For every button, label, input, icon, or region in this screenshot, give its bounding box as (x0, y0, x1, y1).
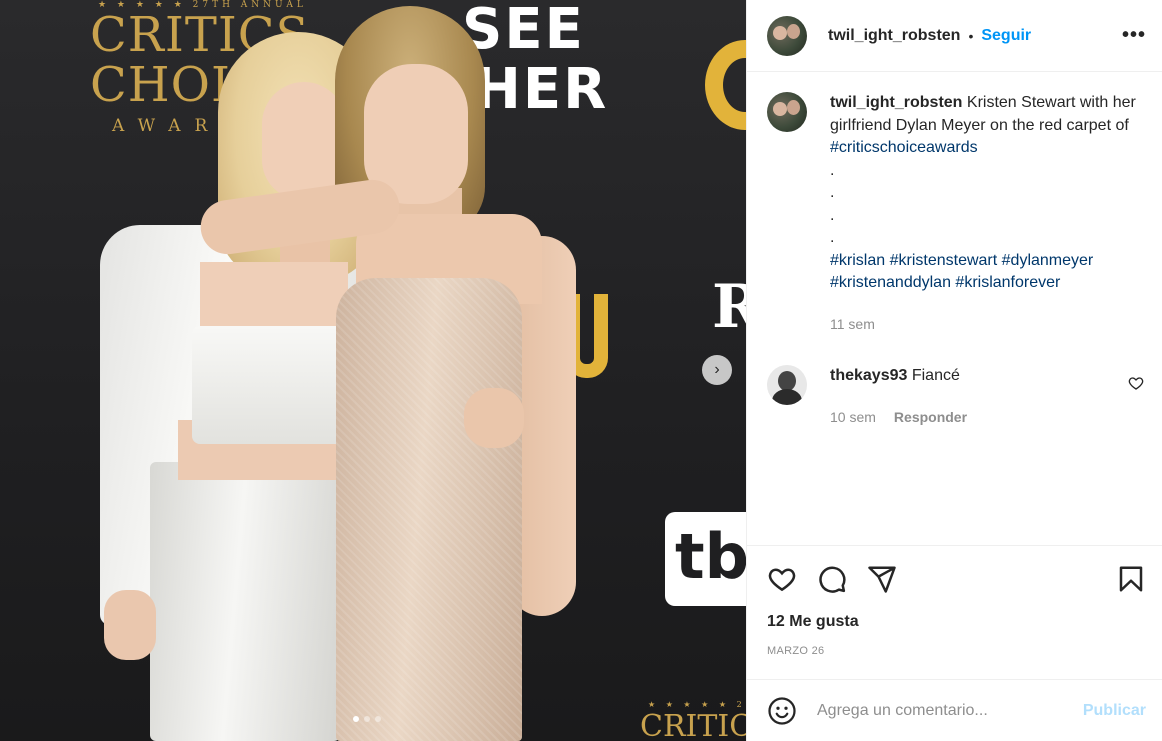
person-left-face (262, 82, 346, 200)
save-button[interactable] (1116, 564, 1146, 594)
avatar[interactable] (767, 365, 807, 405)
add-comment-bar: Publicar (747, 679, 1162, 741)
caption-meta: 11 sem (830, 313, 1140, 336)
hashtag-link[interactable]: #krislanforever (955, 274, 1060, 291)
person-left-pants (150, 462, 340, 741)
carousel-dot (375, 716, 381, 722)
carousel-dot (353, 716, 359, 722)
post-side-panel: twil_ight_robsten • Seguir ••• twil_ight… (746, 0, 1162, 741)
person-left-hand-on-waist (464, 388, 524, 448)
comment-icon[interactable] (817, 564, 847, 594)
post-photo[interactable]: ★ ★ ★ ★ ★ 27TH ANNUAL CRITICS CHOICE AWA… (0, 0, 746, 741)
avatar[interactable] (767, 92, 807, 132)
see-her-line-1: SEE (462, 0, 585, 62)
critics-choice-logo-bottom: ★ ★ ★ ★ ★ 2 CRITIC (640, 700, 746, 741)
post-header: twil_ight_robsten • Seguir ••• (747, 0, 1162, 72)
send-icon[interactable] (867, 564, 897, 594)
reply-button[interactable]: Responder (894, 409, 967, 425)
comment-username[interactable]: thekays93 (830, 367, 907, 384)
follow-button[interactable]: Seguir (981, 27, 1031, 45)
more-horizontal-icon[interactable]: ••• (1122, 24, 1146, 47)
post-viewer: ★ ★ ★ ★ ★ 27TH ANNUAL CRITICS CHOICE AWA… (0, 0, 1162, 741)
caption-username[interactable]: twil_ight_robsten (830, 94, 962, 111)
hashtag-link[interactable]: #dylanmeyer (1002, 252, 1094, 269)
carousel-dot (364, 716, 370, 722)
chevron-right-icon[interactable]: › (702, 355, 732, 385)
backdrop-white-logo: R (712, 272, 746, 342)
person-left-hand (104, 590, 156, 660)
cw-logo-shape (705, 40, 746, 130)
logo-bottom-line: CRITIC (640, 709, 746, 741)
share-button[interactable] (867, 564, 897, 594)
heart-icon[interactable] (1128, 375, 1144, 391)
caption-row: twil_ight_robsten Kristen Stewart with h… (767, 92, 1142, 335)
caption-dot-line: . (830, 161, 835, 179)
caption-body: twil_ight_robsten Kristen Stewart with h… (830, 92, 1140, 335)
person-left-top (192, 326, 348, 444)
caption-dot-line: . (830, 229, 835, 246)
hashtag-link[interactable]: #kristenanddylan (830, 274, 951, 291)
emoji-button[interactable] (767, 696, 797, 726)
caption-dot-line: . (830, 206, 835, 224)
carousel-dots (353, 716, 381, 722)
heart-icon[interactable] (767, 564, 797, 594)
comment-input[interactable] (817, 701, 1083, 720)
comment-text: Fiancé (911, 367, 960, 384)
caption-hashtag[interactable]: #criticschoiceawards (830, 139, 978, 156)
comment-body: thekays93 Fiancé 10 sem Responder (830, 365, 1140, 428)
publish-button[interactable]: Publicar (1083, 702, 1146, 720)
comment-row: thekays93 Fiancé 10 sem Responder (767, 365, 1144, 428)
see-her-line-2: HER (474, 57, 609, 122)
likes-count[interactable]: 12 Me gusta (747, 613, 1162, 637)
tbs-logo: tb (665, 512, 746, 606)
person-right-dress (336, 278, 522, 741)
action-bar (747, 545, 1162, 611)
emoji-icon[interactable] (767, 696, 797, 726)
hashtag-link[interactable]: #kristenstewart (890, 252, 998, 269)
header-username[interactable]: twil_ight_robsten (828, 27, 960, 45)
comment-time: 10 sem (830, 408, 876, 425)
comments-section: twil_ight_robsten Kristen Stewart with h… (747, 72, 1162, 545)
hashtag-link[interactable]: #krislan (830, 252, 885, 269)
header-separator: • (968, 27, 974, 44)
logo-bottom-stars: ★ ★ ★ ★ ★ 2 (648, 700, 746, 709)
caption-time: 11 sem (830, 315, 875, 332)
bookmark-icon[interactable] (1116, 564, 1146, 594)
post-date[interactable]: MARZO 26 (747, 645, 1162, 679)
caption-dot-line: . (830, 184, 835, 201)
avatar[interactable] (767, 15, 807, 56)
like-button[interactable] (767, 564, 797, 594)
comment-meta: 10 sem Responder (830, 406, 1140, 429)
comment-button[interactable] (817, 564, 847, 594)
